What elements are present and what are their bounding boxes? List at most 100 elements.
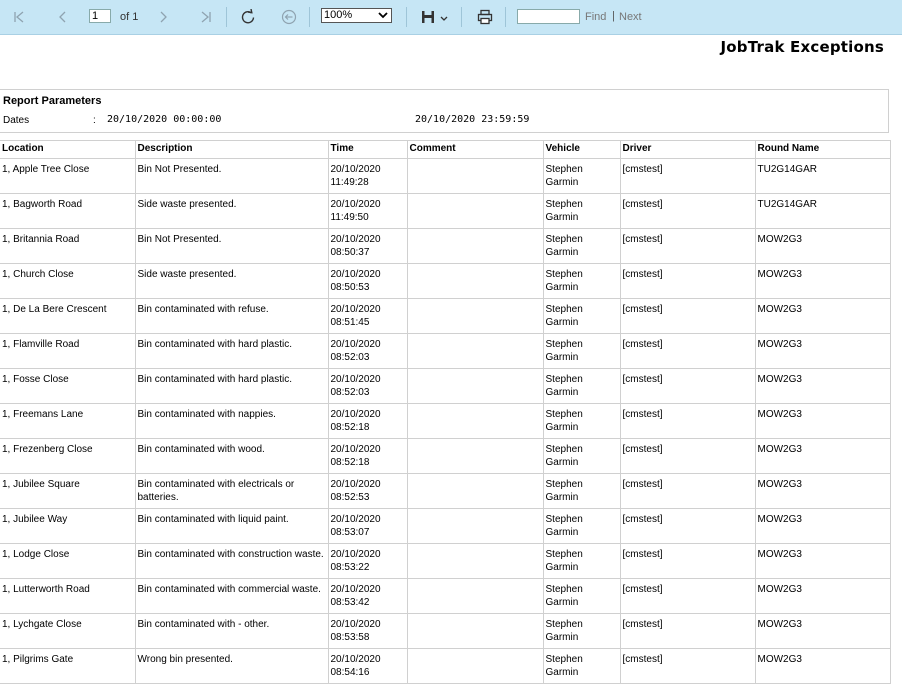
cell-driver: [cmstest]: [619, 193, 756, 229]
cell-location: 1, Lutterworth Road: [0, 578, 136, 614]
cell-round-name: TU2G14GAR: [754, 158, 891, 194]
cell-time: 20/10/2020 08:53:42: [327, 578, 408, 614]
back-to-parent-icon[interactable]: [278, 0, 300, 34]
cell-time-text: 08:53:07: [330, 527, 370, 538]
cell-driver: [cmstest]: [619, 228, 756, 264]
cell-location: 1, Church Close: [0, 263, 136, 299]
table-row: 1, Bagworth Road Side waste presented. 20/…: [0, 193, 891, 229]
cell-round-name: MOW2G3: [754, 473, 891, 509]
cell-driver: [cmstest]: [619, 613, 756, 649]
cell-date-text: 20/10/2020: [330, 584, 381, 595]
cell-description: Bin contaminated with hard plastic.: [134, 333, 329, 369]
cell-location: 1, Frezenberg Close: [0, 438, 136, 474]
print-icon[interactable]: [474, 0, 496, 34]
table-header-row: Location Description Time Comment Vehicl…: [0, 140, 891, 159]
cell-comment: [406, 438, 544, 474]
column-header-description: Description: [134, 140, 329, 159]
column-header-comment: Comment: [406, 140, 544, 159]
toolbar-separator: [309, 7, 310, 27]
find-separator: |: [612, 10, 615, 22]
table-row: 1, Pilgrims Gate Wrong bin presented. 20/1…: [0, 648, 891, 684]
cell-vehicle: Stephen Garmin: [542, 438, 621, 474]
cell-date-text: 20/10/2020: [330, 619, 381, 630]
cell-date-text: 20/10/2020: [330, 479, 381, 490]
page-count-label: of 1: [120, 11, 139, 23]
cell-driver: [cmstest]: [619, 508, 756, 544]
cell-date-text: 20/10/2020: [330, 409, 381, 420]
cell-description: Side waste presented.: [134, 193, 329, 229]
cell-time: 20/10/2020 08:53:58: [327, 613, 408, 649]
cell-driver: [cmstest]: [619, 648, 756, 684]
cell-time-text: 08:52:18: [330, 457, 370, 468]
cell-driver: [cmstest]: [619, 298, 756, 334]
cell-time-text: 08:54:16: [330, 667, 370, 678]
cell-time-text: 08:52:53: [330, 492, 370, 503]
cell-vehicle: Stephen Garmin: [542, 193, 621, 229]
cell-description: Bin contaminated with liquid paint.: [134, 508, 329, 544]
cell-round-name: MOW2G3: [754, 263, 891, 299]
save-icon: [422, 11, 448, 23]
cell-date-text: 20/10/2020: [330, 164, 381, 175]
table-row: 1, Britannia Road Bin Not Presented. 20/10…: [0, 228, 891, 264]
table-row: 1, Lutterworth Road Bin contaminated with…: [0, 578, 891, 614]
dates-label: Dates: [3, 115, 30, 126]
cell-vehicle: Stephen Garmin: [542, 298, 621, 334]
cell-date-text: 20/10/2020: [330, 444, 381, 455]
cell-date-text: 20/10/2020: [330, 199, 381, 210]
cell-time: 20/10/2020 08:52:03: [327, 368, 408, 404]
cell-time: 20/10/2020 08:53:07: [327, 508, 408, 544]
cell-description: Bin contaminated with commercial waste.: [134, 578, 329, 614]
cell-date-text: 20/10/2020: [330, 374, 381, 385]
cell-description: Bin Not Presented.: [134, 228, 329, 264]
export-save-button[interactable]: [419, 0, 451, 34]
table-row: 1, Lychgate Close Bin contaminated with -…: [0, 613, 891, 649]
find-link[interactable]: Find: [585, 11, 606, 23]
find-next-link[interactable]: Next: [619, 11, 642, 23]
cell-vehicle: Stephen Garmin: [542, 158, 621, 194]
previous-page-icon[interactable]: [53, 0, 73, 34]
toolbar-separator: [406, 7, 407, 27]
cell-time-text: 08:50:37: [330, 247, 370, 258]
cell-time: 20/10/2020 08:50:53: [327, 263, 408, 299]
cell-driver: [cmstest]: [619, 158, 756, 194]
page-number-input[interactable]: 1: [89, 9, 111, 23]
cell-comment: [406, 473, 544, 509]
cell-round-name: TU2G14GAR: [754, 193, 891, 229]
cell-description: Bin Not Presented.: [134, 158, 329, 194]
cell-time: 20/10/2020 11:49:28: [327, 158, 408, 194]
first-page-icon[interactable]: [9, 0, 29, 34]
cell-description: Bin contaminated with wood.: [134, 438, 329, 474]
cell-location: 1, Pilgrims Gate: [0, 648, 136, 684]
cell-time: 20/10/2020 08:54:16: [327, 648, 408, 684]
cell-time: 20/10/2020 11:49:50: [327, 193, 408, 229]
cell-location: 1, Bagworth Road: [0, 193, 136, 229]
cell-time-text: 08:53:42: [330, 597, 370, 608]
cell-date-text: 20/10/2020: [330, 304, 381, 315]
find-input[interactable]: [517, 9, 580, 24]
zoom-select[interactable]: 100%: [321, 8, 392, 23]
cell-location: 1, De La Bere Crescent: [0, 298, 136, 334]
table-row: 1, Fosse Close Bin contaminated with hard…: [0, 368, 891, 404]
cell-date-text: 20/10/2020: [330, 514, 381, 525]
cell-location: 1, Jubilee Square: [0, 473, 136, 509]
cell-comment: [406, 158, 544, 194]
cell-location: 1, Jubilee Way: [0, 508, 136, 544]
cell-location: 1, Freemans Lane: [0, 403, 136, 439]
cell-date-text: 20/10/2020: [330, 269, 381, 280]
next-page-icon[interactable]: [153, 0, 173, 34]
cell-comment: [406, 648, 544, 684]
cell-vehicle: Stephen Garmin: [542, 508, 621, 544]
date-from-value: 20/10/2020 00:00:00: [107, 114, 222, 125]
cell-comment: [406, 333, 544, 369]
cell-description: Bin contaminated with construction waste…: [134, 543, 329, 579]
cell-time-text: 08:50:53: [330, 282, 370, 293]
cell-driver: [cmstest]: [619, 473, 756, 509]
table-row: 1, Flamville Road Bin contaminated with h…: [0, 333, 891, 369]
report-title: JobTrak Exceptions: [720, 38, 884, 56]
cell-comment: [406, 298, 544, 334]
refresh-icon[interactable]: [237, 0, 259, 34]
cell-round-name: MOW2G3: [754, 648, 891, 684]
last-page-icon[interactable]: [196, 0, 216, 34]
report-parameters: Report Parameters Dates : 20/10/2020 00:…: [0, 89, 889, 133]
cell-location: 1, Britannia Road: [0, 228, 136, 264]
